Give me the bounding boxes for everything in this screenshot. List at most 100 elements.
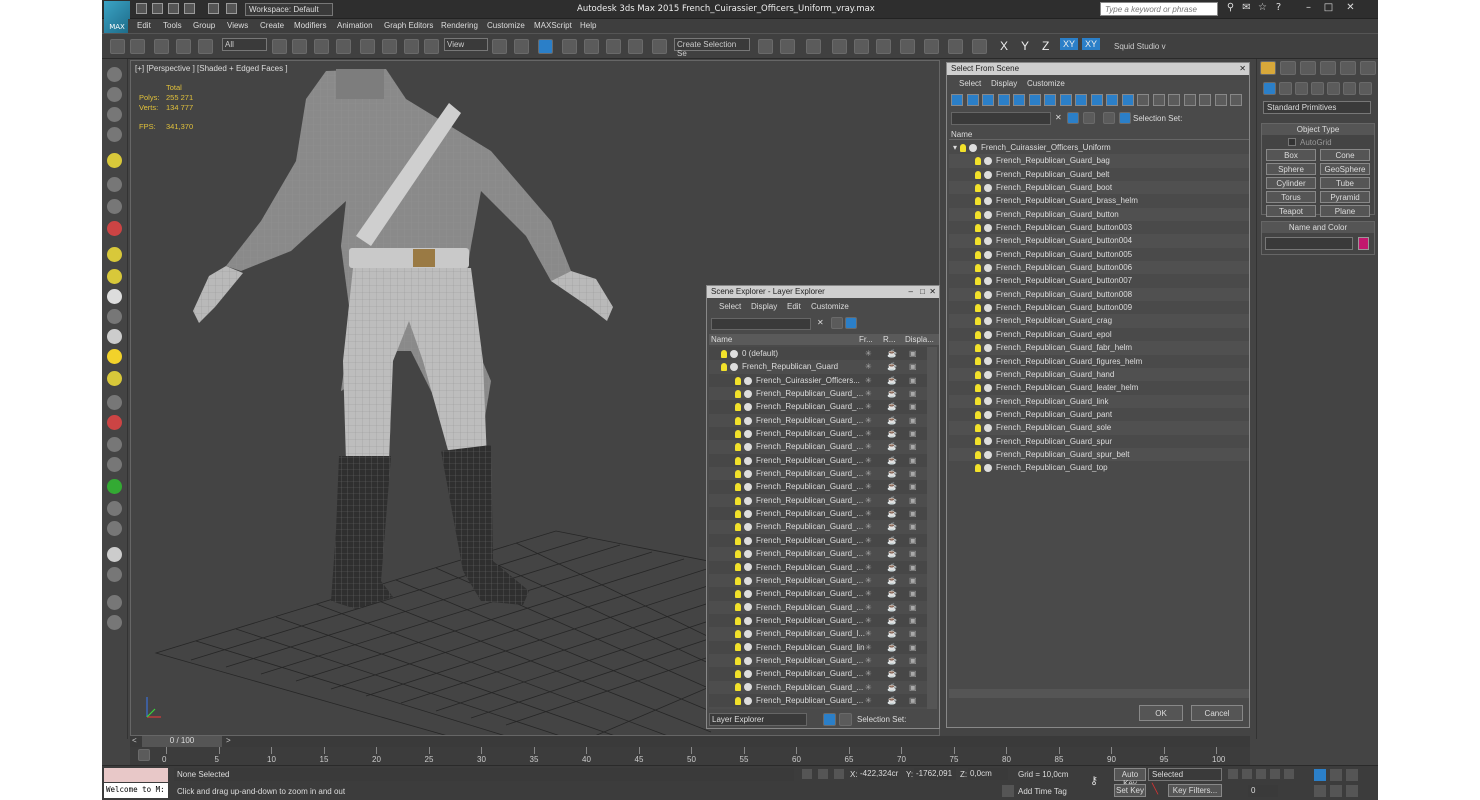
menu-rendering[interactable]: Rendering (441, 21, 478, 30)
display-icon[interactable]: ▣ (909, 549, 917, 558)
selection-filter-dropdown[interactable]: All (222, 38, 267, 51)
rendered-frame-window-icon[interactable] (924, 39, 939, 54)
calculator-icon[interactable] (107, 127, 122, 142)
primitive-button-sphere[interactable]: Sphere (1266, 163, 1316, 175)
schematic-view-icon[interactable] (854, 39, 869, 54)
menu-select[interactable]: Select (959, 79, 981, 88)
display-icon[interactable]: ▣ (909, 482, 917, 491)
layer-row[interactable]: French_Republican_Guard_...✳ ☕ ▣ (709, 667, 927, 681)
set-key-icon[interactable]: ╲ (1152, 784, 1158, 795)
prev-frame-icon[interactable] (1242, 769, 1252, 779)
layer-row[interactable]: French_Republican_Guard_...✳ ☕ ▣ (709, 680, 927, 694)
visibility-bulb-icon[interactable] (975, 370, 981, 379)
clear-search-icon[interactable]: ✕ (817, 318, 824, 327)
graphite-icon[interactable] (107, 107, 122, 122)
pivot-center-icon[interactable] (492, 39, 507, 54)
object-color-swatch[interactable] (1358, 237, 1369, 250)
hair-icon[interactable] (107, 501, 122, 516)
visibility-bulb-icon[interactable] (975, 157, 981, 166)
menu-graph-editors[interactable]: Graph Editors (384, 21, 433, 30)
layer-row[interactable]: French_Republican_Guard_...✳ ☕ ▣ (709, 493, 927, 508)
motion-tab-icon[interactable] (1320, 61, 1336, 75)
render-icon[interactable]: ☕ (887, 509, 897, 518)
axis-xy-button[interactable]: XY (1060, 38, 1079, 50)
light-icon[interactable] (107, 153, 122, 168)
time-prev-arrow-icon[interactable]: < (132, 736, 137, 745)
menu-help[interactable]: Help (580, 21, 596, 30)
render-icon[interactable]: ☕ (887, 456, 897, 465)
edit-poly-icon[interactable] (107, 87, 122, 102)
object-row[interactable]: French_Republican_Guard_spur (949, 434, 1249, 448)
object-row[interactable]: French_Republican_Guard_belt (949, 167, 1249, 182)
layers-icon[interactable] (1103, 112, 1115, 124)
filter-icon[interactable] (982, 94, 994, 106)
layer-row[interactable]: French_Republican_Guard_...✳ ☕ ▣ (709, 560, 927, 574)
select-by-name-icon[interactable] (292, 39, 307, 54)
key-filters-button[interactable]: Key Filters... (1168, 784, 1222, 797)
filter-icon[interactable] (1230, 94, 1242, 106)
layer-row[interactable]: French_Republican_Guard_...✳ ☕ ▣ (709, 440, 927, 454)
unlink-icon[interactable] (176, 39, 191, 54)
visibility-bulb-icon[interactable] (975, 450, 981, 459)
freeze-icon[interactable]: ✳ (865, 469, 872, 478)
axis-y-button[interactable]: Y (1021, 39, 1029, 53)
percent-snap-icon[interactable] (606, 39, 621, 54)
render-icon[interactable]: ☕ (887, 482, 897, 491)
render-icon[interactable]: ☕ (887, 362, 897, 371)
select-from-scene-dialog[interactable]: Select From Scene ✕ Select Display Custo… (946, 62, 1250, 728)
visibility-bulb-icon[interactable] (975, 237, 981, 246)
open-file-icon[interactable] (152, 3, 163, 14)
display-icon[interactable]: ▣ (909, 376, 917, 385)
visibility-bulb-icon[interactable] (735, 443, 741, 452)
layer-row[interactable]: French_Republican_Guard_...✳ ☕ ▣ (709, 413, 927, 428)
view-cube-icon[interactable] (107, 67, 122, 82)
workspace-dropdown[interactable]: Workspace: Default (245, 3, 333, 16)
visibility-bulb-icon[interactable] (735, 456, 741, 465)
material-ball-icon[interactable] (107, 521, 122, 536)
spinner-snap-icon[interactable] (628, 39, 643, 54)
zoom-all-icon[interactable] (1330, 769, 1342, 781)
render-icon[interactable]: ☕ (887, 496, 897, 505)
display-icon[interactable]: ▣ (909, 416, 917, 425)
keyboard-shortcut-override-icon[interactable] (538, 39, 553, 54)
visibility-bulb-icon[interactable] (975, 424, 981, 433)
object-row[interactable]: French_Republican_Guard_brass_helm (949, 194, 1249, 208)
visibility-bulb-icon[interactable] (975, 317, 981, 326)
filter-icon[interactable] (1044, 94, 1056, 106)
maximize-icon[interactable]: □ (920, 287, 925, 296)
axis-x-button[interactable]: X (1000, 39, 1008, 53)
zoom-icon[interactable] (1314, 769, 1326, 781)
layer-row[interactable]: French_Republican_Guard_...✳ ☕ ▣ (709, 573, 927, 588)
primitive-button-cone[interactable]: Cone (1320, 149, 1370, 161)
filter-icon[interactable] (1214, 94, 1227, 106)
visibility-bulb-icon[interactable] (735, 603, 741, 612)
rectangular-selection-icon[interactable] (314, 39, 329, 54)
bind-space-warp-icon[interactable] (198, 39, 213, 54)
selection-lock-icon[interactable] (818, 769, 828, 779)
column-name[interactable]: Name (711, 335, 732, 344)
sphere-icon[interactable] (107, 289, 122, 304)
scene-explorer-icon[interactable] (806, 39, 821, 54)
menu-group[interactable]: Group (193, 21, 215, 30)
visibility-bulb-icon[interactable] (721, 349, 727, 358)
display-icon[interactable]: ▣ (909, 616, 917, 625)
layer-row[interactable]: French_Republican_Guard_...✳ ☕ ▣ (709, 693, 927, 708)
scene-search-input[interactable] (951, 112, 1051, 125)
time-tag-icon[interactable] (1002, 785, 1014, 797)
display-icon[interactable]: ▣ (909, 469, 917, 478)
object-row[interactable]: French_Republican_Guard_figures_helm (949, 354, 1249, 368)
object-row[interactable]: French_Republican_Guard_button004 (949, 234, 1249, 248)
hierarchy-tab-icon[interactable] (1300, 61, 1316, 75)
filter-icon[interactable] (1183, 94, 1196, 106)
primitive-button-teapot[interactable]: Teapot (1266, 205, 1316, 217)
orbit-icon[interactable] (1346, 785, 1358, 797)
track-bar[interactable]: 0 5 10 15 20 25 30 35 40 45 50 55 60 65 70 75 80 85 90 95 10… (130, 747, 1250, 765)
render-icon[interactable]: ☕ (887, 536, 897, 545)
redo-icon[interactable] (208, 3, 219, 14)
rotate-icon[interactable] (382, 39, 397, 54)
scene-explorer-title[interactable]: Scene Explorer - Layer Explorer (707, 286, 939, 298)
next-frame-icon[interactable] (1270, 769, 1280, 779)
new-file-icon[interactable] (136, 3, 147, 14)
scale-icon[interactable] (404, 39, 419, 54)
layer-row[interactable]: French_Republican_Guard_...✳ ☕ ▣ (709, 480, 927, 494)
